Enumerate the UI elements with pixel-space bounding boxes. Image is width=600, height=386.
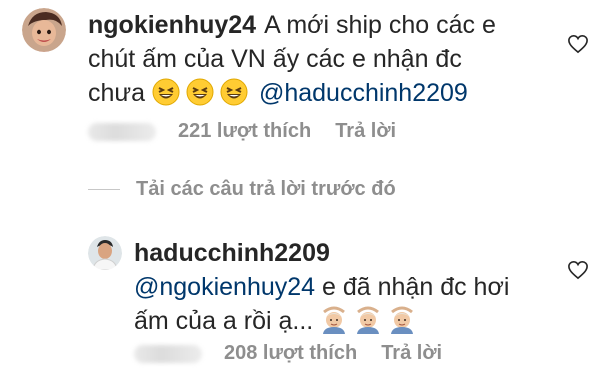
- comment-meta: 208 lượt thích Trả lời: [134, 342, 442, 365]
- avatar[interactable]: [22, 8, 66, 52]
- person-gesturing-ok-icon: [391, 306, 414, 334]
- comment-text: haducchinh2209 @ngokienhuy24 e đã nhận đ…: [134, 236, 544, 338]
- blurred-timestamp: [134, 344, 202, 363]
- person-gesturing-ok-icon: [323, 306, 346, 334]
- comment-username[interactable]: ngokienhuy24: [88, 11, 256, 39]
- comment-ngokienhuy24: ngokienhuy24 A mới ship cho các e chút ấm…: [0, 0, 600, 150]
- heart-outline-icon[interactable]: [567, 34, 589, 54]
- emoji-group: [320, 306, 416, 334]
- reply-button[interactable]: Trả lời: [335, 120, 396, 143]
- heart-outline-icon[interactable]: [567, 260, 589, 280]
- mention-link[interactable]: @haducchinh2209: [259, 79, 468, 107]
- divider-line: [88, 189, 120, 190]
- avatar[interactable]: [88, 236, 122, 270]
- grinning-squinting-face-icon: [186, 78, 214, 106]
- emoji-group: [152, 78, 248, 106]
- blurred-timestamp: [88, 122, 156, 141]
- grinning-squinting-face-icon: [152, 78, 180, 106]
- like-count[interactable]: 221 lượt thích: [178, 120, 311, 143]
- comment-text: ngokienhuy24 A mới ship cho các e chút ấm…: [88, 8, 518, 110]
- grinning-squinting-face-icon: [220, 78, 248, 106]
- like-count[interactable]: 208 lượt thích: [224, 342, 357, 365]
- comment-haducchinh2209: haducchinh2209 @ngokienhuy24 e đã nhận đ…: [0, 226, 600, 386]
- person-gesturing-ok-icon: [357, 306, 380, 334]
- reply-button[interactable]: Trả lời: [381, 342, 442, 365]
- mention-link[interactable]: @ngokienhuy24: [134, 273, 315, 301]
- load-previous-replies-button[interactable]: Tải các câu trả lời trước đó: [88, 178, 396, 201]
- load-previous-replies-label: Tải các câu trả lời trước đó: [136, 178, 396, 200]
- comment-username[interactable]: haducchinh2209: [134, 239, 330, 267]
- comment-meta: 221 lượt thích Trả lời: [88, 120, 396, 143]
